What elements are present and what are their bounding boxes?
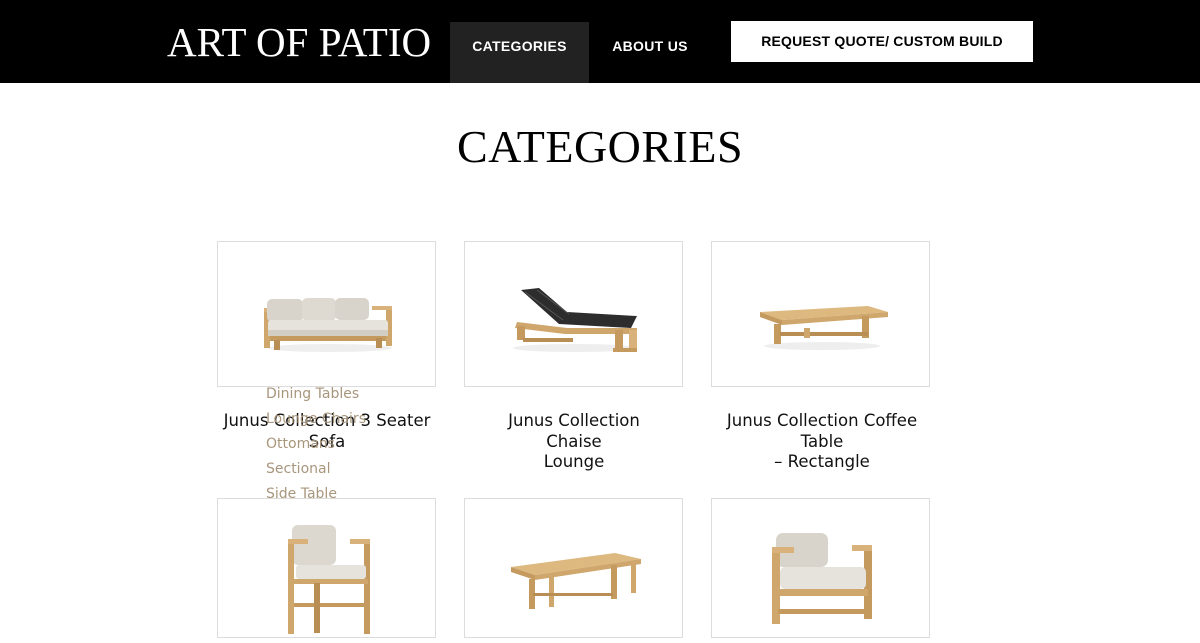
categories-dropdown: Dining Tables Lounge Chairs Ottomans Sec… xyxy=(266,383,396,508)
product-title-line: Chaise xyxy=(546,431,602,451)
dining-chair-image xyxy=(288,525,370,634)
coffee-table-image xyxy=(760,306,888,350)
site-header: ART OF PATIO CATEGORIES ABOUT US REQUEST… xyxy=(0,0,1200,83)
dropdown-item-dining-tables[interactable]: Dining Tables xyxy=(266,383,396,408)
nav-categories[interactable]: CATEGORIES xyxy=(450,22,589,83)
product-title-line: Lounge xyxy=(543,452,605,471)
product-card-sofa[interactable] xyxy=(217,241,436,387)
sofa-image xyxy=(264,298,392,352)
product-card-lounge-chair[interactable] xyxy=(711,498,930,638)
dropdown-item-lounge-chairs[interactable]: Lounge Chairs xyxy=(266,408,396,433)
product-title-line: Junus Collection xyxy=(508,411,640,430)
product-title-line: – Rectangle xyxy=(774,452,870,471)
product-card-dining-table[interactable] xyxy=(464,498,683,638)
dropdown-item-ottomans[interactable]: Ottomans xyxy=(266,433,396,458)
product-title-line: Junus Collection Coffee xyxy=(726,411,918,430)
product-card-chaise[interactable] xyxy=(464,241,683,387)
nav-about-us[interactable]: ABOUT US xyxy=(596,22,704,83)
request-quote-button[interactable]: REQUEST QUOTE/ CUSTOM BUILD xyxy=(731,21,1033,62)
site-logo[interactable]: ART OF PATIO xyxy=(167,18,431,66)
lounge-chair-image xyxy=(772,533,872,624)
product-card-coffee-table[interactable] xyxy=(711,241,930,387)
dining-table-image xyxy=(511,553,641,609)
product-card-dining-chair[interactable] xyxy=(217,498,436,638)
dropdown-item-sectional[interactable]: Sectional xyxy=(266,458,396,483)
page-title: CATEGORIES xyxy=(456,121,744,172)
product-title-line: Table xyxy=(800,431,844,451)
product-title-chaise[interactable]: Junus Collection Chaise Lounge xyxy=(454,411,694,473)
chaise-lounge-image xyxy=(513,288,637,352)
product-title-coffee-table[interactable]: Junus Collection Coffee Table – Rectangl… xyxy=(702,411,942,473)
